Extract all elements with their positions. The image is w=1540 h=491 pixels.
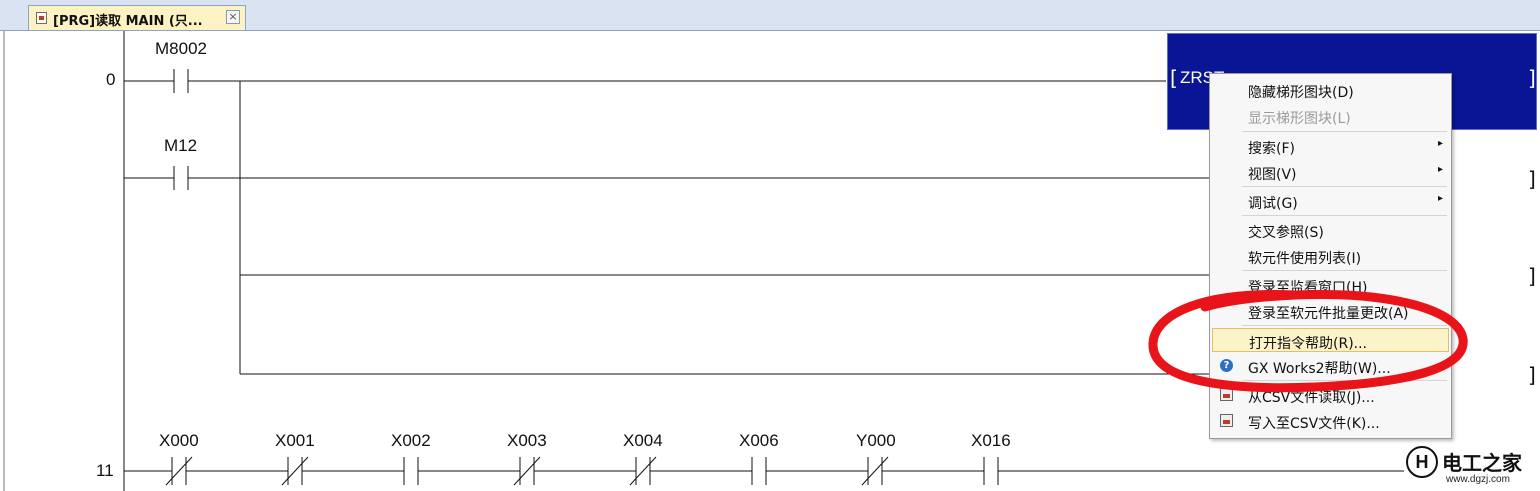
submenu-arrow-icon: ▸ (1437, 138, 1443, 149)
output-bracket-row4: ] (1528, 363, 1536, 387)
red-annotation-ellipse (1148, 290, 1468, 393)
step-number-11: 11 (96, 461, 114, 480)
output-bracket-row3: ] (1528, 264, 1536, 288)
menu-item-search[interactable]: 搜索(F) ▸ (1212, 134, 1449, 158)
csv-write-icon (1220, 414, 1233, 427)
submenu-arrow-icon: ▸ (1437, 193, 1443, 204)
contact-label-m12: M12 (164, 136, 197, 155)
tab-close-icon[interactable]: × (226, 10, 240, 24)
instruction-open-bracket: [ (1170, 66, 1178, 90)
menu-item-hide-ladder-block[interactable]: 隐藏梯形图块(D) (1212, 78, 1449, 102)
instruction-close-bracket: ] (1528, 66, 1536, 90)
contact-label-x000: X000 (159, 431, 199, 450)
menu-item-show-ladder-block[interactable]: 显示梯形图块(L) (1212, 104, 1449, 128)
menu-item-cross-reference[interactable]: 交叉参照(S) (1212, 218, 1449, 242)
ladder-program-icon (36, 12, 47, 24)
menu-separator (1242, 270, 1447, 271)
contact-label-x001: X001 (275, 431, 315, 450)
contact-label-x006: X006 (739, 431, 779, 450)
contact-label-y000: Y000 (856, 431, 896, 450)
menu-separator (1242, 131, 1447, 132)
menu-item-view[interactable]: 视图(V) ▸ (1212, 160, 1449, 184)
watermark-url: www.dgzj.com (1446, 474, 1510, 485)
contact-label-x003: X003 (507, 431, 547, 450)
step-number-0: 0 (106, 70, 115, 89)
menu-separator (1242, 215, 1447, 216)
document-tab-bar: [PRG]读取 MAIN (只... × (0, 0, 1540, 31)
menu-item-write-csv[interactable]: 写入至CSV文件(K)... (1212, 409, 1449, 433)
site-logo-icon: H (1406, 446, 1438, 478)
watermark-title: 电工之家 (1442, 451, 1522, 475)
tab-prg-main[interactable]: [PRG]读取 MAIN (只... × (28, 5, 246, 30)
submenu-arrow-icon: ▸ (1437, 164, 1443, 175)
tab-label: [PRG]读取 MAIN (只... (53, 14, 203, 29)
watermark: H 电工之家 www.dgzj.com (1404, 444, 1540, 491)
contact-label-x004: X004 (623, 431, 663, 450)
menu-item-debug[interactable]: 调试(G) ▸ (1212, 189, 1449, 213)
menu-item-device-list[interactable]: 软元件使用列表(I) (1212, 244, 1449, 268)
contact-label-x016: X016 (971, 431, 1011, 450)
contact-label-x002: X002 (391, 431, 431, 450)
contact-label-m8002: M8002 (155, 39, 207, 58)
menu-separator (1242, 186, 1447, 187)
output-bracket-row2: ] (1528, 167, 1536, 191)
